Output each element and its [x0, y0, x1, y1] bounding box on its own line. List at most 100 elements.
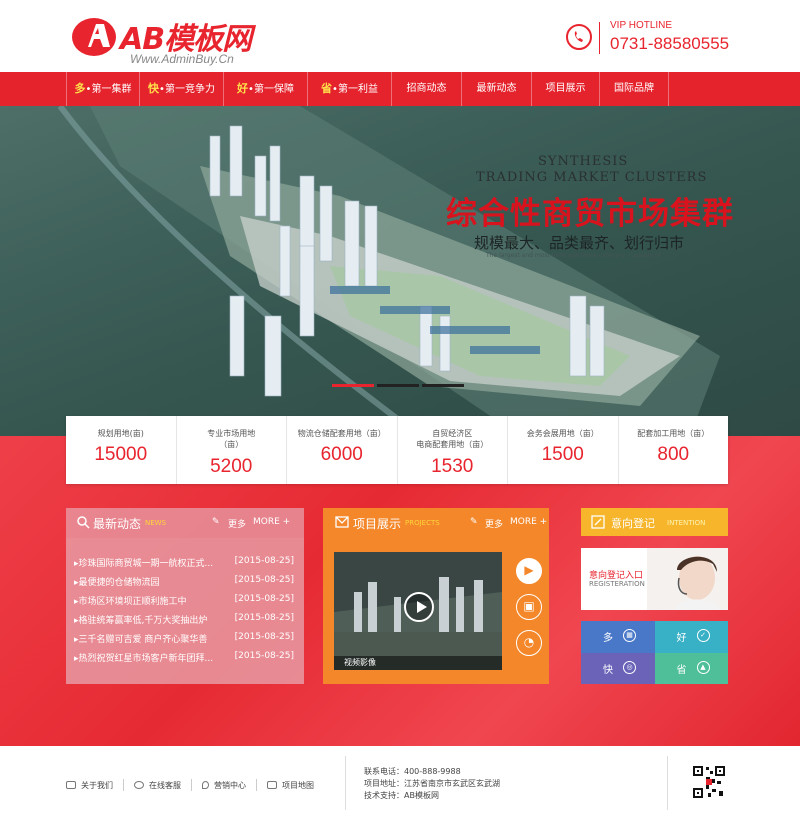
register-entry-card[interactable]: 意向登记入口 REGISTERATION: [581, 548, 728, 610]
tile-sheng[interactable]: 省 ▲: [654, 652, 728, 684]
nav-item-news[interactable]: 最新动态: [461, 72, 531, 106]
projects-panel-header: 项目展示 PROJECTS ✎ 更多 MORE +: [323, 508, 549, 536]
footer-separator: [191, 779, 192, 791]
site-footer: 关于我们 在线客服 营销中心 项目地图 联系电话：400-888-9988 项目…: [0, 746, 800, 820]
banner-english-line1: SYNTHESIS: [538, 154, 629, 169]
register-header[interactable]: 意向登记 INTENTION: [581, 508, 728, 536]
register-title-en: INTENTION: [667, 519, 706, 527]
nav-item-brands[interactable]: 国际品牌: [599, 72, 669, 106]
play-icon[interactable]: [404, 592, 434, 622]
footer-link-about[interactable]: 关于我们: [66, 779, 113, 791]
stat-label: 规划用地(亩): [97, 429, 144, 438]
projects-title: 项目展示: [353, 517, 402, 531]
footer-link-label: 在线客服: [149, 780, 181, 790]
logo-mark-icon: [72, 18, 116, 56]
slider-dot[interactable]: [377, 384, 419, 387]
news-panel-header: 最新动态 NEWS ✎ 更多 MORE +: [66, 508, 304, 536]
news-title: 最新动态: [93, 517, 142, 531]
register-entry-label-en: REGISTERATION: [589, 580, 645, 588]
stats-bar: 规划用地(亩) 15000 专业市场用地 （亩） 5200 物流仓储配套用地（亩…: [66, 416, 728, 484]
banner-english-line2: TRADING MARKET CLUSTERS: [476, 170, 708, 185]
tile-label: 好: [676, 633, 687, 644]
footer-link-marketing[interactable]: 营销中心: [202, 779, 246, 791]
search-icon: [77, 516, 90, 529]
news-item-title[interactable]: ▸最便捷的仓储物流园: [74, 575, 224, 588]
news-item-title[interactable]: ▸三千名赠可吉爱 商户齐心聚华善: [74, 632, 224, 645]
triangle-icon: ▲: [696, 660, 710, 674]
news-item-title[interactable]: ▸市场区环境坝正顺利施工中: [74, 594, 224, 607]
nav-highlight: 好: [237, 82, 249, 95]
tile-duo[interactable]: 多 ▦: [581, 621, 655, 653]
stat-value: 5200: [210, 456, 253, 477]
footer-link-service[interactable]: 在线客服: [134, 779, 181, 791]
hero-banner[interactable]: SYNTHESIS TRADING MARKET CLUSTERS 综合性商贸市…: [0, 106, 800, 436]
footer-separator: [256, 779, 257, 791]
list-item[interactable]: ▸珍珠国际商贸城一期一航权正式... [2015-08-25]: [74, 556, 296, 572]
nav-item-sheng[interactable]: 省•第一利益: [307, 72, 391, 106]
chat-icon: [134, 781, 144, 789]
site-logo[interactable]: AB模板网 Www.AdminBuy.Cn: [70, 12, 280, 66]
footer-link-map[interactable]: 项目地图: [267, 779, 314, 791]
stat-value: 15000: [94, 444, 148, 465]
slider-dot[interactable]: [332, 384, 374, 387]
stat-value: 1530: [431, 456, 474, 477]
stat-value: 6000: [320, 444, 363, 465]
footer-phone: 联系电话：400-888-9988: [364, 767, 461, 776]
footer-divider: [345, 756, 346, 810]
news-item-date: [2015-08-25]: [234, 575, 294, 585]
list-item[interactable]: ▸热烈祝贺红星市场客户新年团拜... [2015-08-25]: [74, 651, 296, 667]
map-icon: [267, 781, 277, 789]
tile-hao[interactable]: 好 ✓: [654, 621, 728, 653]
tile-kuai[interactable]: 快 ◎: [581, 652, 655, 684]
projects-more-icon-label[interactable]: 更多: [485, 517, 503, 530]
news-title-en: NEWS: [145, 519, 167, 527]
main-nav: 多•第一集群 快•第一竞争力 好•第一保障 省•第一利益 招商动态 最新动态 项…: [0, 72, 800, 106]
banner-title: 综合性商贸市场集群: [446, 196, 734, 232]
projects-title-en: PROJECTS: [405, 519, 440, 527]
site-header: AB模板网 Www.AdminBuy.Cn VIP HOTLINE 0731-8…: [0, 0, 800, 72]
news-item-date: [2015-08-25]: [234, 651, 294, 661]
news-more-link[interactable]: MORE +: [253, 517, 290, 527]
news-item-date: [2015-08-25]: [234, 556, 294, 566]
nav-item-hao[interactable]: 好•第一保障: [223, 72, 307, 106]
news-item-title[interactable]: ▸格驻统筹赢率低,千万大奖抽出炉: [74, 613, 224, 626]
slider-dot[interactable]: [422, 384, 464, 387]
news-panel: 最新动态 NEWS ✎ 更多 MORE + ▸珍珠国际商贸城一期一航权正式...…: [66, 508, 304, 684]
footer-link-label: 项目地图: [282, 780, 314, 790]
nav-item-projects[interactable]: 项目展示: [531, 72, 599, 106]
stat-item: 物流仓储配套用地（亩） 6000: [287, 416, 398, 484]
news-list: ▸珍珠国际商贸城一期一航权正式... [2015-08-25] ▸最便捷的仓储物流…: [66, 538, 304, 684]
nav-label: 最新动态: [476, 83, 517, 94]
stat-label: 会务会展用地（亩）: [526, 429, 599, 438]
nav-item-duo[interactable]: 多•第一集群: [66, 72, 139, 106]
clock-icon[interactable]: ◔: [516, 630, 542, 656]
nav-highlight: 省: [321, 82, 333, 95]
stat-item: 配套加工用地（亩） 800: [619, 416, 729, 484]
list-item[interactable]: ▸三千名赠可吉爱 商户齐心聚华善 [2015-08-25]: [74, 632, 296, 648]
projects-panel: 项目展示 PROJECTS ✎ 更多 MORE + 视频影像 ▶ ▣ ◔: [323, 508, 549, 684]
location-pin-icon: [202, 781, 209, 789]
footer-link-label: 关于我们: [81, 780, 113, 790]
news-item-date: [2015-08-25]: [234, 632, 294, 642]
footer-divider: [667, 756, 668, 810]
projects-more-link[interactable]: MORE +: [510, 517, 547, 527]
list-item[interactable]: ▸市场区环境坝正顺利施工中 [2015-08-25]: [74, 594, 296, 610]
video-camera-icon[interactable]: ▶: [516, 558, 542, 584]
list-item[interactable]: ▸最便捷的仓储物流园 [2015-08-25]: [74, 575, 296, 591]
stat-label: 自贸经济区 电商配套用地（亩）: [416, 429, 489, 449]
nav-item-kuai[interactable]: 快•第一竞争力: [139, 72, 223, 106]
stat-item: 会务会展用地（亩） 1500: [508, 416, 619, 484]
video-caption: 视频影像: [334, 656, 502, 670]
slider-dots: [332, 384, 464, 387]
tile-label: 省: [676, 664, 687, 676]
feature-tiles: 多 ▦ 好 ✓ 快 ◎ 省 ▲: [581, 621, 728, 684]
nav-item-investment[interactable]: 招商动态: [391, 72, 461, 106]
video-thumbnail[interactable]: 视频影像: [334, 552, 502, 670]
list-item[interactable]: ▸格驻统筹赢率低,千万大奖抽出炉 [2015-08-25]: [74, 613, 296, 629]
image-icon[interactable]: ▣: [516, 594, 542, 620]
news-item-title[interactable]: ▸热烈祝贺红星市场客户新年团拜...: [74, 651, 224, 664]
nav-label: 项目展示: [545, 83, 586, 94]
news-more-icon-label[interactable]: 更多: [228, 517, 246, 530]
news-item-title[interactable]: ▸珍珠国际商贸城一期一航权正式...: [74, 556, 224, 569]
mail-icon: [335, 516, 349, 528]
